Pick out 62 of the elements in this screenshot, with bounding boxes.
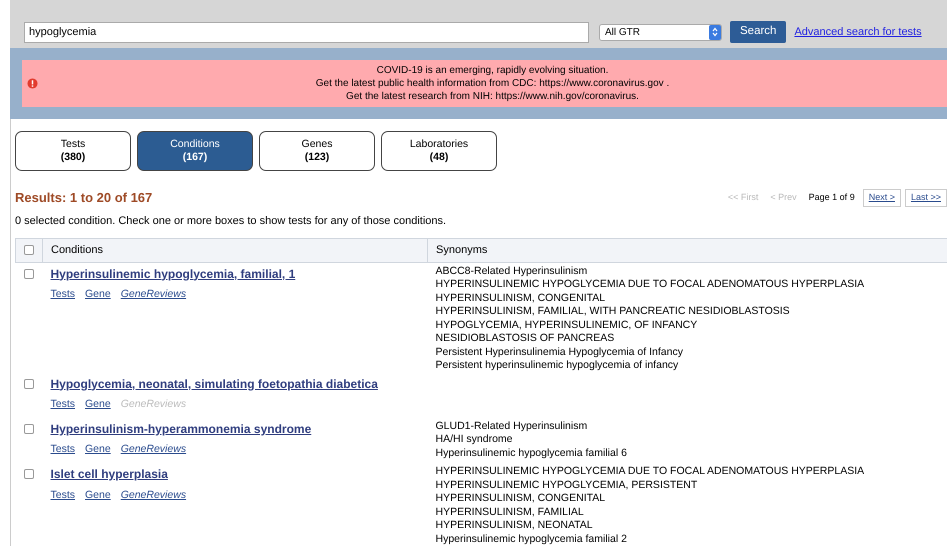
synonym-text: ABCC8-Related Hyperinsulinism bbox=[436, 264, 588, 278]
resource-link[interactable]: GeneReviews bbox=[120, 488, 186, 504]
condition-link[interactable]: Hyperinsulinism-hyperammonemia syndrome bbox=[50, 422, 312, 436]
advanced-search-link[interactable]: Advanced search for tests bbox=[794, 24, 922, 40]
result-tab[interactable]: Laboratories (48) bbox=[381, 131, 497, 171]
resource-link[interactable]: Gene bbox=[85, 287, 111, 303]
alert-text: Get the latest public health information from CDC: bbox=[316, 78, 538, 89]
select-all-checkbox[interactable] bbox=[24, 245, 34, 256]
synonym-text: Hyperinsulinemic hypoglycemia familial 2 bbox=[436, 532, 628, 546]
synonym-text: HA/HI syndrome bbox=[436, 433, 514, 447]
alert-link[interactable]: https://www.coronavirus.gov bbox=[539, 78, 664, 89]
resource-link[interactable]: Tests bbox=[50, 287, 76, 303]
synonym-text: HYPERINSULINISM, FAMILIAL bbox=[436, 506, 585, 519]
search-button[interactable]: Search bbox=[730, 21, 786, 43]
disabled-link: GeneReviews bbox=[120, 397, 186, 412]
row-checkbox[interactable] bbox=[24, 469, 34, 479]
resource-link[interactable]: Tests bbox=[50, 442, 76, 458]
resource-link[interactable]: GeneReviews bbox=[120, 442, 186, 458]
synonym-text: NESIDIOBLASTOSIS OF PANCREAS bbox=[436, 332, 616, 346]
resource-link[interactable]: Gene bbox=[85, 397, 111, 413]
synonym-text: Persistent Hyperinsulinemia Hypoglycemia of Infancy bbox=[436, 346, 684, 359]
synonym-text: HYPOGLYCEMIA, HYPERINSULINEMIC, OF INFANCY bbox=[436, 318, 698, 332]
synonym-text: HYPERINSULINISM, CONGENITAL bbox=[436, 492, 606, 506]
synonym-text: HYPERINSULINEMIC HYPOGLYCEMIA, PERSISTENT bbox=[436, 478, 698, 492]
resource-link[interactable]: Gene bbox=[85, 442, 111, 458]
resource-link[interactable]: Tests bbox=[50, 488, 76, 504]
column-header: Conditions bbox=[42, 238, 428, 262]
synonym-text: HYPERINSULINISM, FAMILIAL, WITH PANCREATIC NESIDIOBLASTOSIS bbox=[436, 305, 791, 318]
row-checkbox[interactable] bbox=[24, 268, 34, 278]
synonym-text: HYPERINSULINEMIC HYPOGLYCEMIA DUE TO FOCAL ADENOMATOUS HYPERPLASIA bbox=[436, 278, 866, 292]
search-field[interactable]: hypoglycemia bbox=[24, 22, 589, 42]
alert-text: Get the latest research from NIH: bbox=[346, 91, 494, 102]
select-caret-icon bbox=[709, 24, 721, 40]
row-checkbox[interactable] bbox=[24, 424, 34, 434]
scope-select[interactable]: All GTR bbox=[599, 24, 722, 40]
results-heading: Results: 1 to 20 of 167 bbox=[15, 190, 152, 206]
selection-note: 0 selected condition. Check one or more boxes to show tests for any of those conditions. bbox=[15, 214, 448, 228]
column-header: Synonyms bbox=[428, 238, 947, 262]
synonym-text: Hyperinsulinemic hypoglycemia familial 6 bbox=[436, 446, 628, 460]
resource-link[interactable]: Tests bbox=[50, 397, 76, 413]
resource-link[interactable]: Gene bbox=[85, 488, 111, 504]
synonym-text: HYPERINSULINISM, NEONATAL bbox=[436, 519, 594, 532]
synonym-text: HYPERINSULINISM, CONGENITAL bbox=[436, 292, 606, 305]
condition-link[interactable]: Hyperinsulinemic hypoglycemia, familial, 1 bbox=[50, 266, 296, 280]
result-tab[interactable]: Tests (380) bbox=[15, 131, 131, 171]
warning-icon bbox=[27, 78, 38, 89]
alert-text: COVID-19 is an emerging, rapidly evolving situation. bbox=[376, 65, 608, 76]
next-page-button[interactable]: Next > bbox=[862, 189, 901, 206]
synonym-text: HYPERINSULINEMIC HYPOGLYCEMIA DUE TO FOCAL ADENOMATOUS HYPERPLASIA bbox=[436, 465, 866, 478]
last-page-button[interactable]: Last >> bbox=[904, 189, 947, 206]
result-tab[interactable]: Genes (123) bbox=[259, 131, 375, 171]
condition-link[interactable]: Islet cell hyperplasia bbox=[50, 467, 168, 481]
punctuation-text: . bbox=[636, 91, 639, 102]
result-tab[interactable]: Conditions (167) bbox=[137, 131, 253, 171]
punctuation-text: . bbox=[665, 78, 670, 89]
resource-link[interactable]: GeneReviews bbox=[120, 287, 186, 303]
synonym-text: GLUD1-Related Hyperinsulinism bbox=[436, 420, 588, 434]
row-checkbox[interactable] bbox=[24, 378, 34, 388]
condition-link[interactable]: Hypoglycemia, neonatal, simulating foetopathia diabetica bbox=[50, 376, 378, 390]
synonym-text: Persistent hyperinsulinemic hypoglycemia of infancy bbox=[436, 359, 680, 372]
alert-link[interactable]: https://www.nih.gov/coronavirus bbox=[496, 91, 636, 102]
page-indicator: Page 1 of 9 bbox=[808, 191, 856, 204]
